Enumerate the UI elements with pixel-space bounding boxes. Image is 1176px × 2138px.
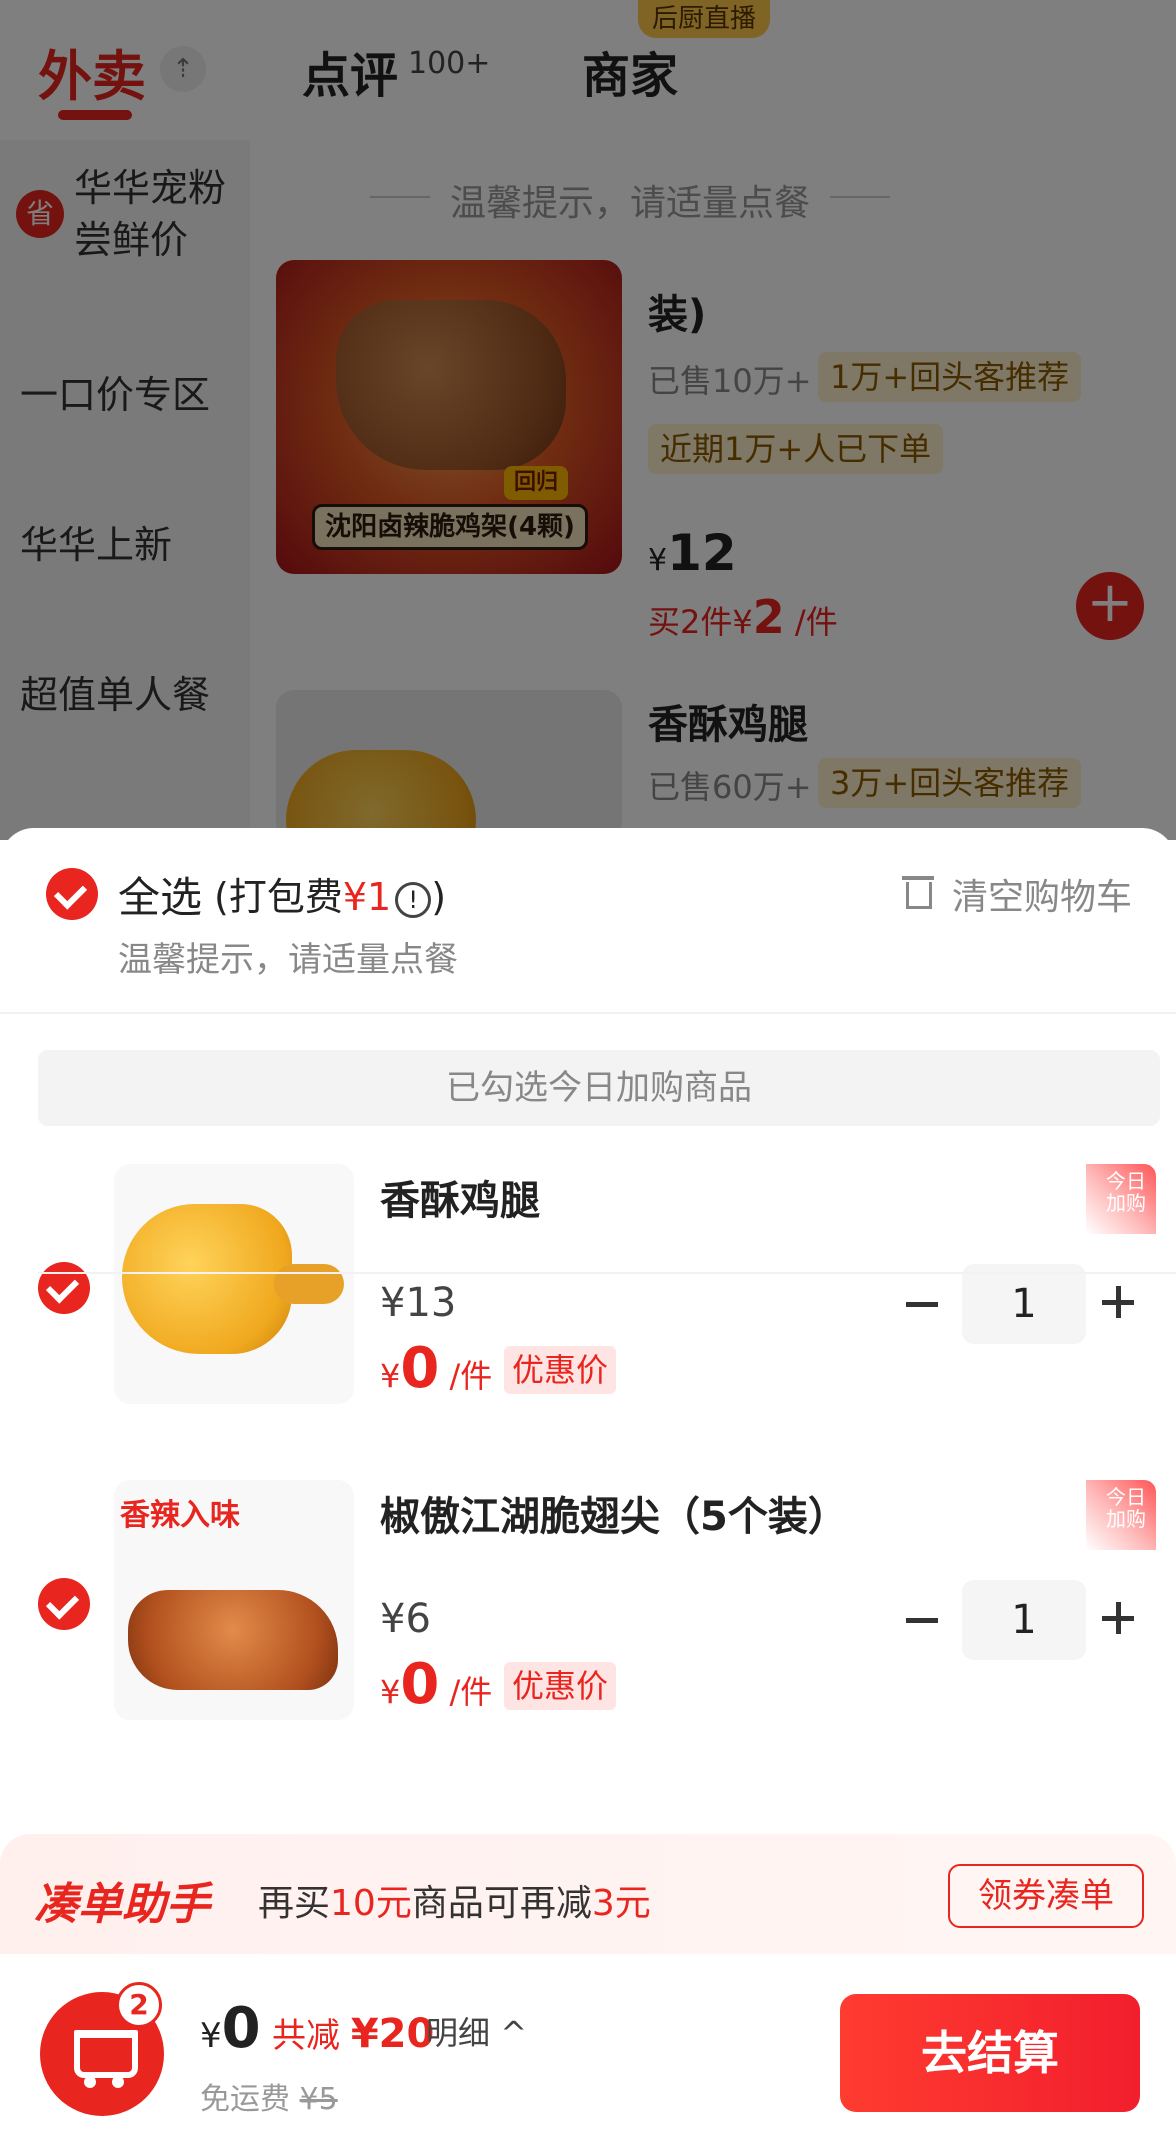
item-checkbox[interactable] [38, 1262, 90, 1314]
item-title[interactable]: 香酥鸡腿 [380, 1168, 540, 1226]
cart-sheet: 全选 (打包费¥1!) 温馨提示，请适量点餐 清空购物车 已勾选今日加购商品 香… [0, 828, 1176, 2138]
delivery-label: 免运费 [200, 2082, 290, 2117]
detail-label: 明细 [426, 2014, 491, 2052]
drumstick-graphic [122, 1204, 292, 1354]
drumstick-image[interactable] [114, 1164, 354, 1404]
clear-cart-button[interactable]: 清空购物车 [952, 868, 1132, 920]
cart-count-badge: 2 [116, 1982, 162, 2028]
app-screen: 外卖 ⇡ 点评 100+ 商家 后厨直播 省 华华宠粉尝鲜价 一口价专区 华华上… [0, 0, 1176, 2138]
select-all-checkbox[interactable] [46, 868, 98, 920]
assistant-amount: 10元 [330, 1883, 412, 1924]
pack-fee-prefix: (打包费 [214, 875, 343, 919]
drumstick-bone-graphic [274, 1264, 344, 1304]
divider [0, 1012, 1176, 1014]
item-deal-price: ¥0 /件 [380, 1336, 492, 1401]
assistant-text-b: 商品可再减 [411, 1883, 592, 1924]
today-add-on-tag: 今日加购 [1086, 1480, 1156, 1550]
wing-tips-graphic [128, 1590, 338, 1690]
assistant-brand: 凑单助手 [34, 1879, 210, 1930]
pack-fee-amount: ¥1 [342, 875, 392, 919]
currency-symbol: ¥ [200, 2016, 222, 2056]
increase-quantity-button[interactable] [1100, 1282, 1140, 1322]
divider [38, 1272, 1176, 1274]
today-add-on-tag: 今日加购 [1086, 1164, 1156, 1234]
total-value: 0 [221, 1996, 261, 2061]
deal-tag: 优惠价 [504, 1662, 617, 1710]
delivery-fee: 免运费 ¥5 [200, 2074, 338, 2118]
order-assistant-bar: 凑单助手 再买10元商品可再减3元 领券凑单 [0, 1834, 1176, 1954]
info-icon[interactable]: ! [395, 881, 432, 918]
chevron-up-icon: ^ [500, 2014, 527, 2052]
quantity-value[interactable]: 1 [962, 1580, 1086, 1660]
item-checkbox[interactable] [38, 1578, 90, 1630]
deal-tag: 优惠价 [504, 1346, 617, 1394]
cart-total: ¥0 [200, 1996, 261, 2061]
price-detail-button[interactable]: 明细 ^ [426, 2008, 527, 2054]
trash-icon[interactable] [900, 874, 936, 910]
spicy-logo: 香辣入味 [120, 1498, 240, 1533]
wing-tips-image[interactable]: 香辣入味 [114, 1480, 354, 1720]
price-unit: /件 [449, 1673, 493, 1711]
select-all-label[interactable]: 全选 [118, 864, 202, 925]
item-original-price: ¥13 [380, 1280, 457, 1326]
currency-symbol: ¥ [380, 1673, 401, 1711]
delivery-original-fee: ¥5 [299, 2082, 338, 2117]
assistant-discount: 3元 [591, 1883, 651, 1924]
price-unit: /件 [449, 1357, 493, 1395]
reduced-amount: ¥20 [350, 2011, 435, 2057]
pack-fee: (打包费¥1!) [214, 866, 446, 921]
cart-hint: 温馨提示，请适量点餐 [118, 940, 458, 980]
item-deal-price: ¥0 /件 [380, 1652, 492, 1717]
quantity-value[interactable]: 1 [962, 1264, 1086, 1344]
assistant-text: 再买10元商品可再减3元 [258, 1874, 651, 1926]
currency-symbol: ¥ [380, 1357, 401, 1395]
assistant-text-a: 再买 [258, 1883, 331, 1924]
checkout-button[interactable]: 去结算 [840, 1994, 1140, 2112]
claim-coupon-button[interactable]: 领券凑单 [948, 1864, 1144, 1928]
section-label: 已勾选今日加购商品 [38, 1050, 1160, 1126]
decrease-quantity-button[interactable] [904, 1284, 944, 1324]
total-reduction: 共减 ¥20 [272, 2008, 434, 2057]
deal-price-value: 0 [400, 1652, 440, 1717]
decrease-quantity-button[interactable] [904, 1600, 944, 1640]
checkout-bar: 2 ¥0 共减 ¥20 明细 ^ 免运费 ¥5 去结算 [0, 1954, 1176, 2138]
item-title[interactable]: 椒傲江湖脆翅尖（5个装） [380, 1484, 848, 1542]
item-original-price: ¥6 [380, 1596, 431, 1642]
reduced-label: 共减 [272, 2016, 340, 2056]
cart-item: 香酥鸡腿 ¥13 ¥0 /件 优惠价 今日加购 1 [0, 1164, 1176, 1464]
today-tag-label: 今日加购 [1106, 1169, 1146, 1215]
cart-item: 香辣入味 椒傲江湖脆翅尖（5个装） ¥6 ¥0 /件 优惠价 今日加购 1 [0, 1480, 1176, 1780]
increase-quantity-button[interactable] [1100, 1598, 1140, 1638]
pack-fee-suffix: ) [431, 875, 447, 919]
deal-price-value: 0 [400, 1336, 440, 1401]
dim-overlay[interactable] [0, 0, 1176, 840]
today-tag-label: 今日加购 [1106, 1485, 1146, 1531]
